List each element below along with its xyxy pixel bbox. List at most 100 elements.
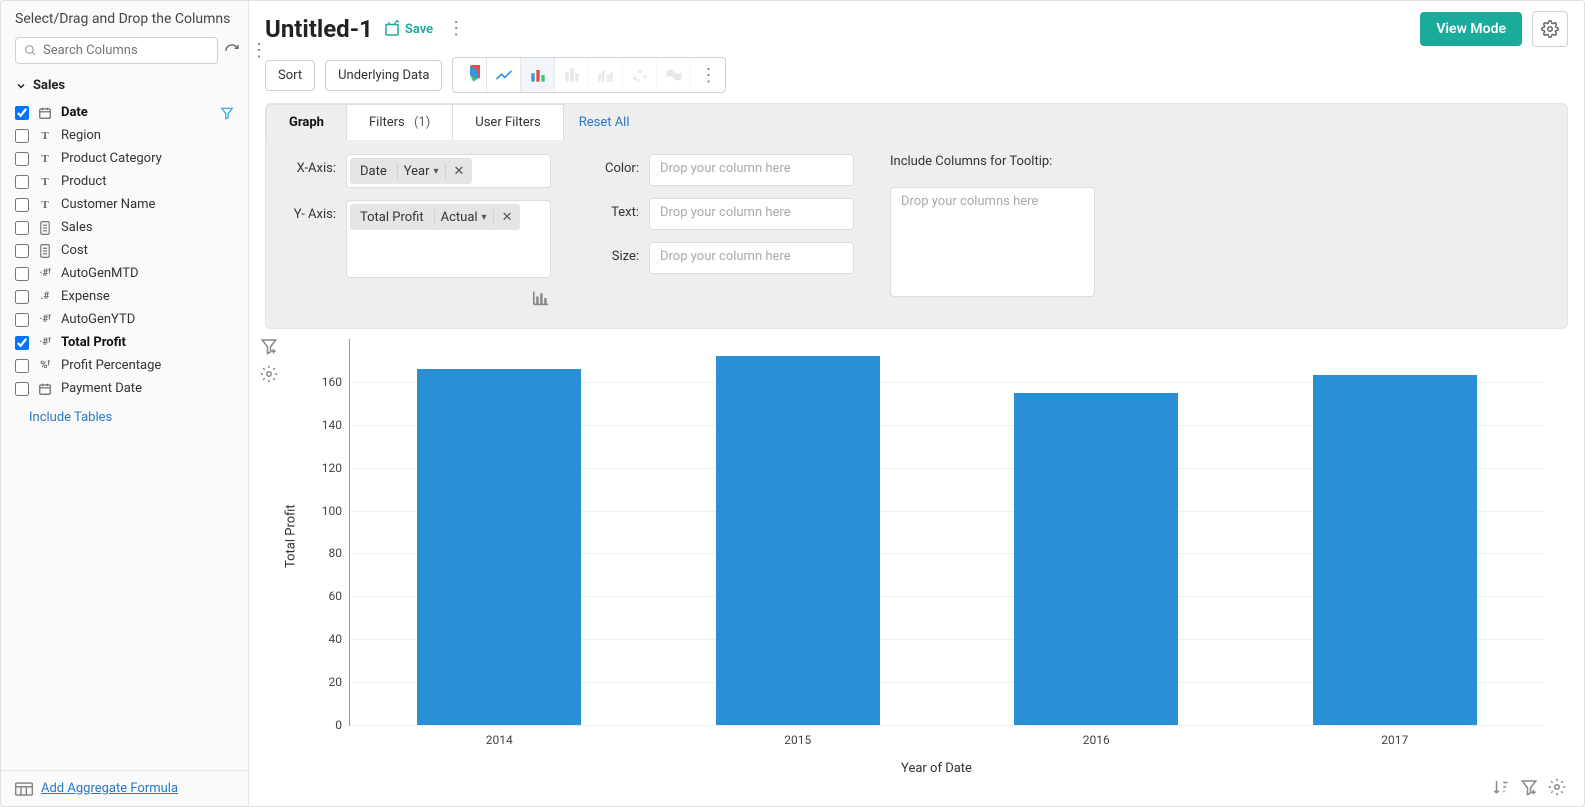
refresh-icon[interactable] (224, 41, 240, 61)
column-checkbox[interactable] (15, 290, 29, 304)
column-checkbox[interactable] (15, 382, 29, 396)
tab-graph[interactable]: Graph (266, 104, 347, 140)
chart-type-bar-icon[interactable] (521, 58, 555, 92)
settings-button[interactable] (1532, 11, 1568, 47)
sidebar-header: Select/Drag and Drop the Columns (1, 1, 248, 37)
xaxis-chip-name: Date (350, 164, 397, 179)
group-title-label: Sales (33, 78, 65, 93)
yaxis-dropzone[interactable]: Total Profit Actual ▾ ✕ (346, 200, 551, 278)
column-item[interactable]: Cost (1, 239, 248, 262)
column-type-icon (37, 221, 53, 235)
chart-bar[interactable] (417, 369, 581, 725)
chart-ylabel: Total Profit (284, 504, 299, 568)
save-button[interactable]: Save (383, 20, 433, 38)
column-checkbox[interactable] (15, 267, 29, 281)
column-item[interactable]: ·#ᶠTotal Profit (1, 331, 248, 354)
column-checkbox[interactable] (15, 244, 29, 258)
include-tables-link[interactable]: Include Tables (1, 402, 248, 433)
ytick-label: 120 (322, 461, 350, 475)
chart-type-line-icon[interactable] (487, 58, 521, 92)
save-icon (383, 20, 401, 38)
page-title: Untitled-1 (265, 15, 373, 43)
footer-gear-icon[interactable] (1548, 778, 1566, 796)
column-label: Total Profit (61, 335, 234, 350)
column-checkbox[interactable] (15, 152, 29, 166)
xaxis-dropzone[interactable]: Date Year ▾ ✕ (346, 154, 551, 188)
sort-chart-icon[interactable] (1492, 778, 1510, 796)
yaxis-chip-remove-icon[interactable]: ✕ (493, 210, 521, 225)
tab-user-filters[interactable]: User Filters (452, 104, 563, 140)
text-label: Text: (587, 198, 639, 220)
column-item[interactable]: %ᶠProfit Percentage (1, 354, 248, 377)
tooltip-dropzone[interactable]: Drop your columns here (890, 187, 1095, 297)
xaxis-chip[interactable]: Date Year ▾ ✕ (350, 158, 472, 184)
config-panel: Graph Filters (1) User Filters Reset All… (265, 103, 1568, 329)
footer-filter-icon[interactable] (1520, 778, 1538, 796)
chevron-down-icon: ▾ (434, 166, 439, 177)
column-type-icon: T (37, 199, 53, 211)
chart-bar[interactable] (1014, 393, 1178, 725)
color-dropzone[interactable]: Drop your column here (649, 154, 854, 186)
xaxis-chip-remove-icon[interactable]: ✕ (445, 164, 473, 179)
chevron-down-icon (15, 80, 27, 92)
column-item[interactable]: TRegion (1, 124, 248, 147)
column-item[interactable]: TProduct (1, 170, 248, 193)
column-item[interactable]: Payment Date (1, 377, 248, 400)
add-aggregate-formula-link[interactable]: Add Aggregate Formula (41, 781, 178, 796)
column-item[interactable]: Date (1, 101, 248, 124)
column-checkbox[interactable] (15, 175, 29, 189)
ytick-label: 160 (322, 375, 350, 389)
size-dropzone[interactable]: Drop your column here (649, 242, 854, 274)
underlying-data-button[interactable]: Underlying Data (325, 60, 442, 91)
add-filter-icon[interactable] (260, 337, 278, 355)
column-item[interactable]: TProduct Category (1, 147, 248, 170)
chart-plot: 0204060801001201401602014201520162017 (349, 339, 1544, 726)
column-item[interactable]: TCustomer Name (1, 193, 248, 216)
column-label: Profit Percentage (61, 358, 234, 373)
search-columns-input[interactable] (43, 43, 209, 58)
chart-type-group: ⋮ (452, 57, 726, 93)
sort-button[interactable]: Sort (265, 60, 315, 91)
column-item[interactable]: ·#ᶠAutoGenMTD (1, 262, 248, 285)
reset-all-link[interactable]: Reset All (563, 115, 646, 130)
group-toggle-sales[interactable]: Sales (1, 72, 248, 99)
search-columns-input-wrap[interactable] (15, 37, 218, 64)
save-label: Save (405, 22, 433, 37)
column-item[interactable]: ·#ᶠAutoGenYTD (1, 308, 248, 331)
column-checkbox[interactable] (15, 359, 29, 373)
ytick-label: 40 (329, 632, 351, 646)
chart-settings-icon[interactable] (260, 365, 278, 383)
column-label: Payment Date (61, 381, 234, 396)
view-mode-button[interactable]: View Mode (1420, 12, 1522, 46)
sidebar: Select/Drag and Drop the Columns ⋮ Sales… (1, 1, 249, 806)
column-checkbox[interactable] (15, 198, 29, 212)
tab-filters[interactable]: Filters (1) (346, 104, 453, 140)
title-more-icon[interactable]: ⋮ (443, 20, 469, 38)
chevron-down-icon: ▾ (482, 212, 487, 223)
xtick-label: 2017 (1381, 725, 1408, 747)
chart-type-pie-icon[interactable] (453, 58, 487, 92)
color-label: Color: (587, 154, 639, 176)
chart-type-scatter-icon (623, 58, 657, 92)
chart-bar[interactable] (1313, 375, 1477, 725)
axis-settings-icon[interactable] (531, 290, 551, 306)
xaxis-chip-mode-select[interactable]: Year ▾ (397, 164, 445, 179)
yaxis-chip-name: Total Profit (350, 210, 434, 225)
column-checkbox[interactable] (15, 129, 29, 143)
column-checkbox[interactable] (15, 313, 29, 327)
ytick-label: 140 (322, 418, 350, 432)
yaxis-chip[interactable]: Total Profit Actual ▾ ✕ (350, 204, 520, 230)
column-label: Region (61, 128, 234, 143)
column-checkbox[interactable] (15, 336, 29, 350)
column-item[interactable]: Sales (1, 216, 248, 239)
column-list: DateTRegionTProduct CategoryTProductTCus… (1, 99, 248, 402)
chart-bar[interactable] (716, 356, 880, 725)
column-checkbox[interactable] (15, 106, 29, 120)
column-item[interactable]: .#Expense (1, 285, 248, 308)
column-checkbox[interactable] (15, 221, 29, 235)
column-type-icon: T (37, 176, 53, 188)
yaxis-chip-mode-select[interactable]: Actual ▾ (434, 210, 493, 225)
filter-icon[interactable] (220, 106, 234, 120)
text-dropzone[interactable]: Drop your column here (649, 198, 854, 230)
chart-type-more-icon[interactable]: ⋮ (691, 58, 725, 92)
